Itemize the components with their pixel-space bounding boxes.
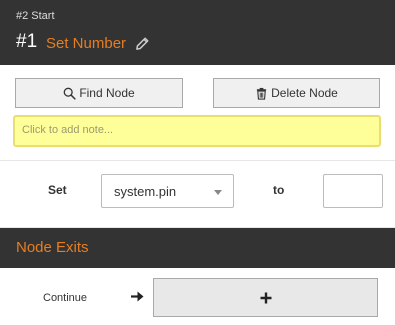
node-header: #2 Start #1 Set Number: [0, 0, 395, 65]
note-placeholder: Click to add note...: [22, 124, 114, 136]
node-title[interactable]: Set Number: [46, 35, 126, 52]
delete-node-label: Delete Node: [271, 86, 338, 100]
note-field[interactable]: Click to add note...: [13, 115, 381, 147]
search-icon: [63, 87, 76, 100]
node-exits-title: Node Exits: [16, 239, 89, 256]
pencil-icon[interactable]: [135, 36, 150, 51]
node-subtitle: #2 Start: [16, 10, 55, 22]
divider: [0, 160, 395, 161]
add-exit-target-button[interactable]: [153, 278, 378, 317]
find-node-button[interactable]: Find Node: [15, 78, 183, 108]
variable-select-value: system.pin: [114, 184, 177, 199]
trash-icon: [256, 87, 267, 100]
arrow-right-icon: [131, 291, 144, 302]
plus-icon: [260, 292, 271, 303]
to-label: to: [273, 183, 285, 197]
exit-label-continue: Continue: [43, 292, 88, 304]
node-number: #1: [16, 31, 38, 52]
set-label: Set: [48, 183, 67, 197]
node-exits-header: Node Exits: [0, 228, 395, 268]
value-input[interactable]: [323, 174, 383, 208]
caret-down-icon: [214, 190, 222, 195]
find-node-label: Find Node: [79, 86, 135, 100]
variable-select[interactable]: system.pin: [101, 174, 234, 208]
delete-node-button[interactable]: Delete Node: [213, 78, 380, 108]
